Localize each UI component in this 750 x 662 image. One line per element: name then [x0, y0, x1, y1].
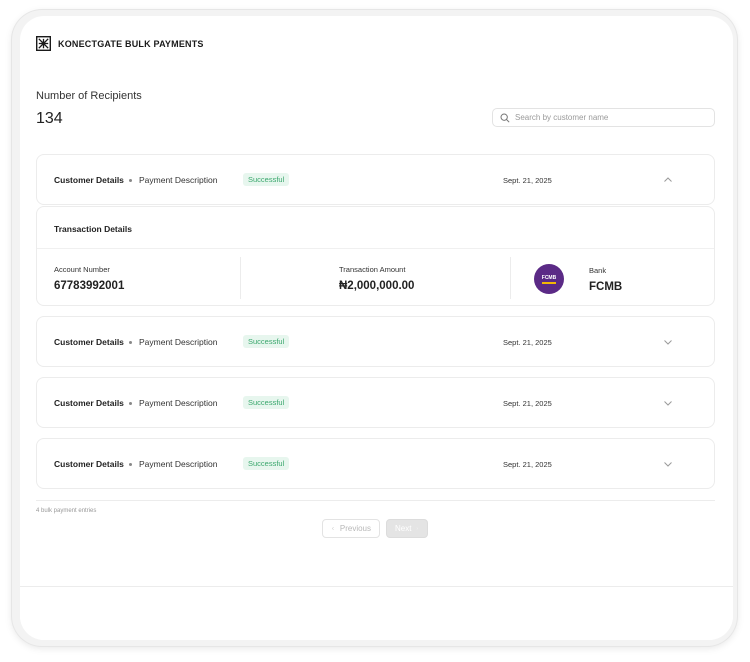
next-button[interactable]: Next: [386, 519, 428, 538]
payment-row[interactable]: Customer Details Payment Description Suc…: [36, 316, 715, 367]
konectgate-logo-icon: [36, 36, 51, 51]
chevron-up-icon[interactable]: [663, 175, 673, 185]
payment-date: Sept. 21, 2025: [503, 460, 552, 469]
column-divider: [240, 257, 241, 299]
bank-logo-text: FCMB: [541, 274, 557, 281]
payment-row[interactable]: Customer Details Payment Description Suc…: [36, 154, 715, 205]
payment-description: Payment Description: [139, 398, 218, 408]
separator-dot: [129, 402, 132, 405]
next-label: Next: [395, 524, 412, 533]
status-badge: Successful: [243, 173, 290, 186]
entries-count: 4 bulk payment entries: [36, 508, 97, 514]
customer-details-label: Customer Details: [54, 459, 124, 469]
recipients-count: 134: [36, 110, 63, 127]
details-divider: [37, 248, 714, 249]
customer-details-label: Customer Details: [54, 398, 124, 408]
status-badge: Successful: [243, 457, 290, 470]
account-number-value: 67783992001: [54, 280, 125, 292]
previous-button[interactable]: Previous: [322, 519, 380, 538]
app-screen: KONECTGATE BULK PAYMENTS Number of Recip…: [20, 16, 733, 640]
payment-date: Sept. 21, 2025: [503, 176, 552, 185]
chevron-down-icon[interactable]: [663, 459, 673, 469]
chevron-left-icon: [331, 526, 334, 531]
brand: KONECTGATE BULK PAYMENTS: [36, 36, 204, 51]
search-input[interactable]: [515, 113, 705, 122]
bank-label: Bank: [589, 266, 607, 275]
transaction-details-title: Transaction Details: [54, 224, 132, 234]
payment-date: Sept. 21, 2025: [503, 338, 552, 347]
bank-value: FCMB: [589, 281, 623, 293]
column-divider: [510, 257, 511, 299]
previous-label: Previous: [339, 524, 371, 533]
search-icon: [500, 113, 510, 123]
transaction-amount-value: ₦2,000,000.00: [339, 280, 415, 292]
chevron-right-icon: [417, 527, 419, 530]
payment-description: Payment Description: [139, 337, 218, 347]
status-badge: Successful: [243, 335, 290, 348]
payment-row[interactable]: Customer Details Payment Description Suc…: [36, 438, 715, 489]
account-number-label: Account Number: [54, 265, 110, 274]
bottom-area: [20, 586, 733, 640]
separator-dot: [129, 179, 132, 182]
brand-name: KONECTGATE BULK PAYMENTS: [58, 38, 204, 49]
list-divider: [36, 500, 715, 501]
separator-dot: [129, 463, 132, 466]
payment-date: Sept. 21, 2025: [503, 399, 552, 408]
chevron-down-icon[interactable]: [663, 337, 673, 347]
bank-logo: FCMB: [534, 264, 564, 294]
transaction-amount-label: Transaction Amount: [339, 265, 406, 274]
chevron-down-icon[interactable]: [663, 398, 673, 408]
payment-row[interactable]: Customer Details Payment Description Suc…: [36, 377, 715, 428]
pagination: Previous Next: [322, 519, 428, 538]
separator-dot: [129, 341, 132, 344]
bank-logo-bar: [542, 281, 556, 284]
payment-description: Payment Description: [139, 175, 218, 185]
search-box[interactable]: [492, 108, 715, 127]
customer-details-label: Customer Details: [54, 175, 124, 185]
customer-details-label: Customer Details: [54, 337, 124, 347]
payment-description: Payment Description: [139, 459, 218, 469]
recipients-label: Number of Recipients: [36, 90, 142, 102]
status-badge: Successful: [243, 396, 290, 409]
transaction-details-panel: Transaction Details Account Number 67783…: [36, 206, 715, 306]
